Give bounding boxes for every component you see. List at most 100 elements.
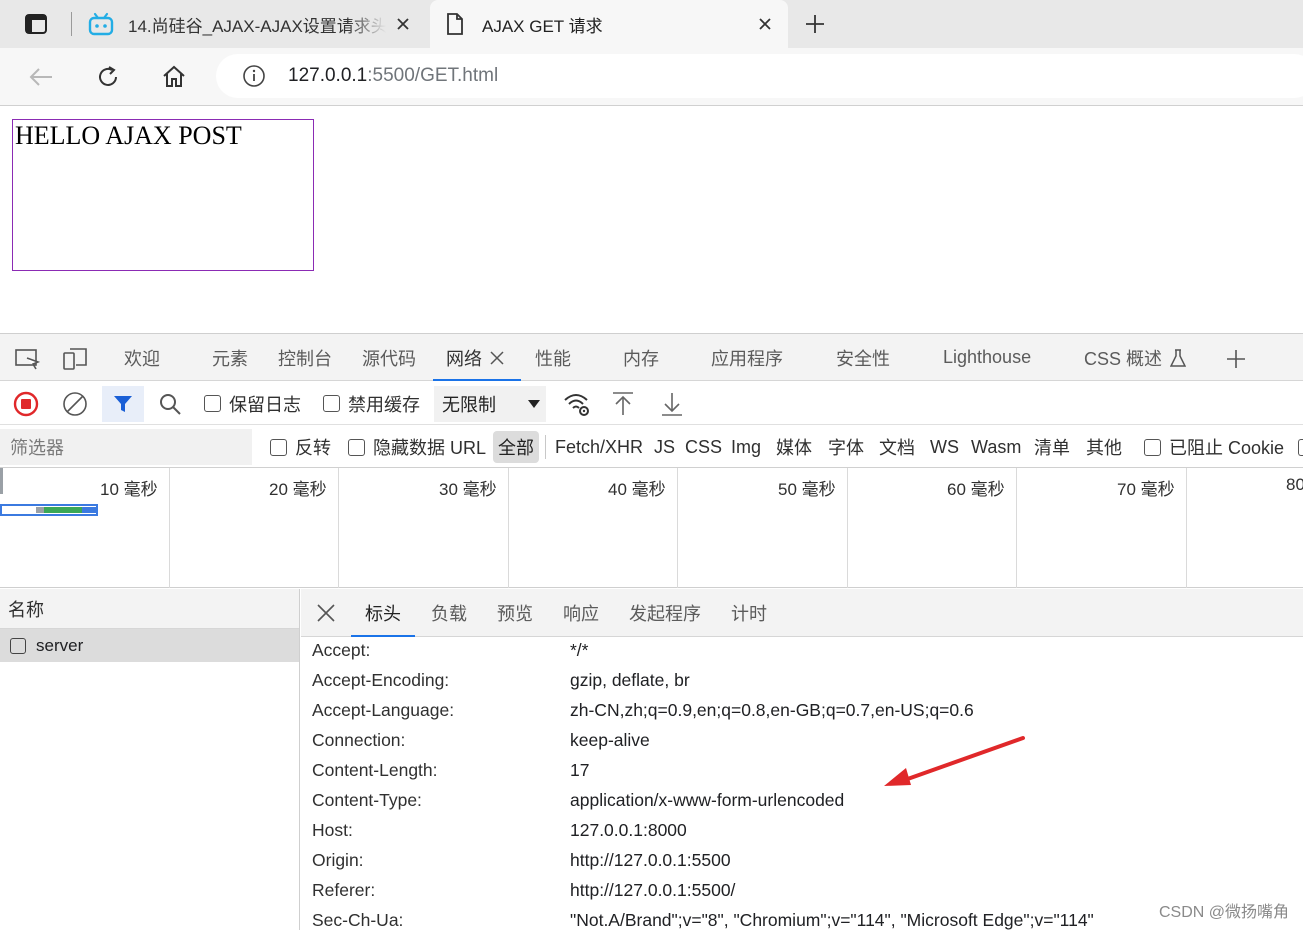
filter-type-fetch-xhr[interactable]: Fetch/XHR [555,426,643,468]
timeline-marker [0,468,3,494]
close-tab-icon[interactable] [392,13,414,35]
tab-timing[interactable]: 计时 [731,589,767,637]
tab-security[interactable]: 安全性 [836,334,890,381]
tab-network[interactable]: 网络 [433,334,521,381]
header-row: Content-Length: 17 [301,757,1303,787]
filter-type-img[interactable]: Img [731,426,761,468]
filter-type-doc[interactable]: 文档 [879,426,915,468]
xhr-request-icon [10,637,26,654]
header-name: Accept-Language: [312,700,455,720]
tab-initiator[interactable]: 发起程序 [629,589,701,637]
timeline-label: 30 毫秒 [439,480,497,499]
refresh-button[interactable] [91,60,125,94]
filter-type-font[interactable]: 字体 [828,426,864,468]
inspect-element-icon[interactable] [14,346,40,372]
network-conditions-button[interactable] [562,382,592,425]
timeline-label: 10 毫秒 [100,480,158,499]
filter-type-ws[interactable]: WS [930,426,959,468]
tab-actions-button[interactable] [12,10,60,38]
disable-cache-label: 禁用缓存 [348,394,420,415]
header-row: Accept: */* [301,637,1303,667]
address-url[interactable]: 127.0.0.1:5500/GET.html [288,65,498,87]
more-tabs-plus-icon[interactable] [1223,346,1249,372]
network-overview-timeline[interactable]: 10 毫秒 20 毫秒 30 毫秒 40 毫秒 50 毫秒 60 毫秒 70 毫… [0,468,1303,588]
hide-data-urls-checkbox[interactable]: 隐藏数据 URL [348,426,486,468]
blocked-cookies-checkbox[interactable]: 已阻止 Cookie [1144,426,1284,468]
throttling-select[interactable]: 无限制 [434,386,546,422]
header-row: Accept-Encoding: gzip, deflate, br [301,667,1303,697]
checkbox-icon [348,438,365,456]
site-info-icon[interactable] [242,64,266,88]
close-tab-icon[interactable] [754,13,776,35]
stop-recording-icon [13,391,39,416]
tab-headers[interactable]: 标头 [351,589,415,637]
search-button[interactable] [158,382,182,425]
filter-type-css[interactable]: CSS [685,426,722,468]
timeline-label: 60 毫秒 [947,480,1005,499]
tab-console[interactable]: 控制台 [278,334,332,381]
tab-application[interactable]: 应用程序 [711,334,783,381]
record-button[interactable] [12,382,40,425]
tab-welcome[interactable]: 欢迎 [124,334,160,381]
header-name: Accept: [312,640,371,660]
filter-type-other[interactable]: 其他 [1086,426,1122,468]
timeline-label: 40 毫秒 [608,480,666,499]
checkbox-icon [1144,438,1161,456]
invert-checkbox[interactable]: 反转 [270,426,331,468]
invert-label: 反转 [295,438,331,458]
checkbox-icon [1298,438,1303,456]
header-name: Referer: [312,880,376,900]
header-row: Referer: http://127.0.0.1:5500/ [301,877,1303,907]
waterfall-download-segment [82,507,96,513]
header-value: http://127.0.0.1:5500 [570,850,731,870]
header-value: zh-CN,zh;q=0.9,en;q=0.8,en-GB;q=0.7,en-U… [570,700,974,720]
back-button[interactable] [24,60,58,94]
disable-cache-checkbox[interactable]: 禁用缓存 [323,382,420,425]
tab-elements[interactable]: 元素 [212,334,248,381]
close-details-icon[interactable] [315,602,337,624]
name-column-header[interactable]: 名称 [0,589,299,629]
tab-actions-icon [25,14,47,34]
header-value: http://127.0.0.1:5500/ [570,880,736,900]
chevron-down-icon [528,400,540,408]
filter-type-js[interactable]: JS [654,426,675,468]
tab-css-overview[interactable]: CSS 概述 [1084,334,1187,381]
export-har-button[interactable] [660,382,684,425]
header-value: gzip, deflate, br [570,670,690,690]
address-bar[interactable]: 127.0.0.1:5500/GET.html [216,54,1303,98]
tab-preview[interactable]: 预览 [497,589,533,637]
tab-lighthouse[interactable]: Lighthouse [943,334,1031,381]
timeline-gridline [677,468,678,588]
tab-bilibili[interactable]: 14.尚硅谷_AJAX-AJAX设置请求头 [76,0,426,48]
clear-button[interactable] [62,382,88,425]
detail-tab-bar: 标头 负载 预览 响应 发起程序 计时 [301,589,1303,637]
tab-performance[interactable]: 性能 [535,334,571,381]
tab-response[interactable]: 响应 [563,589,599,637]
header-value: 17 [570,760,590,780]
filter-type-wasm[interactable]: Wasm [971,426,1021,468]
home-button[interactable] [157,60,191,94]
tab-title: 14.尚硅谷_AJAX-AJAX设置请求头 [128,16,386,36]
tab-ajax-get[interactable]: AJAX GET 请求 [430,0,788,48]
tab-network-label: 网络 [446,348,482,369]
header-row: Origin: http://127.0.0.1:5500 [301,847,1303,877]
more-filter-checkbox[interactable] [1298,426,1303,468]
device-emulation-icon[interactable] [62,346,88,372]
filter-type-manifest[interactable]: 清单 [1034,426,1070,468]
throttling-value: 无限制 [442,395,496,415]
import-har-button[interactable] [611,382,635,425]
close-tab-network-icon[interactable] [490,350,504,365]
tab-payload[interactable]: 负载 [431,589,467,637]
url-host: 127.0.0.1 [288,65,368,86]
tab-memory[interactable]: 内存 [623,334,659,381]
tab-separator [71,12,72,36]
table-row[interactable]: server [0,629,299,662]
tab-sources[interactable]: 源代码 [362,334,416,381]
filter-toggle-button[interactable] [102,386,144,422]
filter-type-media[interactable]: 媒体 [776,426,812,468]
filter-type-all[interactable]: 全部 [493,431,539,463]
new-tab-button[interactable] [800,10,830,38]
preserve-log-checkbox[interactable]: 保留日志 [204,382,301,425]
filter-input[interactable]: 筛选器 [0,429,252,465]
checkbox-icon [270,438,287,456]
